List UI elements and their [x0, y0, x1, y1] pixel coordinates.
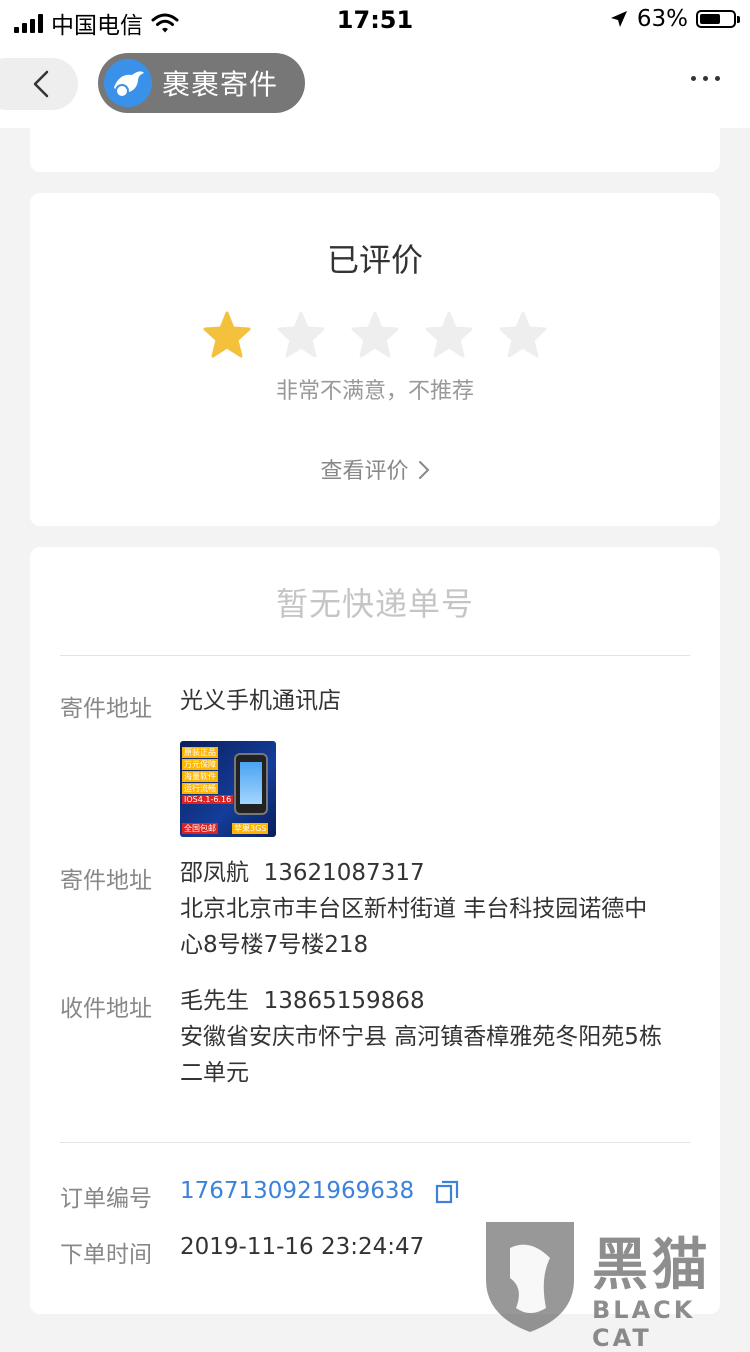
receiver-name: 毛先生: [180, 988, 249, 1014]
rating-description: 非常不满意，不推荐: [275, 379, 474, 404]
black-cat-watermark: 黑猫 BLACK CAT: [480, 1218, 750, 1352]
star-empty-icon[interactable]: [424, 310, 474, 360]
watermark-title: 黑猫: [592, 1233, 712, 1298]
cat-shield-icon: [486, 1222, 574, 1332]
sender-info: 邵凤航 13621087317 北京北京市丰台区新村街道 丰台科技园诺德中 心8…: [180, 855, 647, 963]
receiver-address-line1: 安徽省安庆市怀宁县 高河镇香樟雅苑冬阳苑5栋: [180, 1024, 662, 1050]
sender-address-line1: 北京北京市丰台区新村街道 丰台科技园诺德中: [180, 896, 648, 922]
star-empty-icon[interactable]: [350, 310, 400, 360]
watermark-subtitle: BLACK CAT: [592, 1296, 696, 1352]
location-arrow-icon: [610, 11, 627, 27]
divider: [60, 655, 690, 656]
receiver-address-line2: 二单元: [180, 1060, 249, 1086]
receiver-info: 毛先生 13865159868 安徽省安庆市怀宁县 高河镇香樟雅苑冬阳苑5栋 二…: [180, 983, 662, 1091]
order-card: 暂无快递单号 寄件地址 光义手机通讯店 原装正品 万元保障 海量软件 运行流畅 …: [30, 547, 720, 1314]
previous-card-bottom: [30, 128, 720, 172]
shop-label: 寄件地址: [60, 696, 152, 722]
star-empty-icon[interactable]: [498, 310, 548, 360]
rating-title: 已评价: [326, 241, 423, 279]
sender-label: 寄件地址: [60, 868, 152, 894]
product-thumbnail[interactable]: 原装正品 万元保障 海量软件 运行流畅 IOS4.1-6.16 全国包邮 苹果3…: [180, 741, 276, 837]
phone-image: [234, 753, 268, 815]
order-time: 2019-11-16 23:24:47: [180, 1234, 425, 1260]
battery-percent: 63%: [636, 6, 688, 32]
star-empty-icon[interactable]: [276, 310, 326, 360]
star-filled-icon[interactable]: [202, 310, 252, 360]
receiver-label: 收件地址: [60, 996, 152, 1022]
view-review-label: 查看评价: [320, 459, 409, 484]
no-tracking-number: 暂无快递单号: [275, 585, 474, 623]
app-name: 裹裹寄件: [162, 68, 279, 101]
battery-icon: [696, 10, 740, 28]
chevron-right-icon: [418, 461, 429, 479]
view-review-link[interactable]: 查看评价: [30, 453, 720, 485]
back-button[interactable]: [0, 58, 78, 110]
sender-phone: 13621087317: [263, 860, 425, 886]
bird-logo-icon: [104, 59, 152, 107]
order-number-label: 订单编号: [60, 1186, 152, 1212]
receiver-phone: 13865159868: [263, 988, 425, 1014]
chevron-left-icon: [33, 70, 49, 98]
app-title-pill[interactable]: 裹裹寄件: [98, 53, 305, 113]
order-number[interactable]: 1767130921969638: [180, 1178, 414, 1204]
sender-address-line2: 心8号楼7号楼218: [180, 932, 369, 958]
divider: [60, 1142, 690, 1143]
copy-icon[interactable]: [435, 1180, 459, 1204]
sender-name: 邵凤航: [180, 860, 249, 886]
more-icon[interactable]: [691, 76, 720, 81]
shop-name: 光义手机通讯店: [180, 688, 341, 714]
star-rating: [202, 310, 548, 360]
nav-bar: 裹裹寄件: [0, 40, 750, 128]
status-right: 63%: [609, 6, 740, 32]
status-bar: 中国电信 17:51 63%: [0, 0, 750, 40]
order-time-label: 下单时间: [60, 1242, 152, 1268]
order-number-row: 1767130921969638: [180, 1173, 459, 1209]
